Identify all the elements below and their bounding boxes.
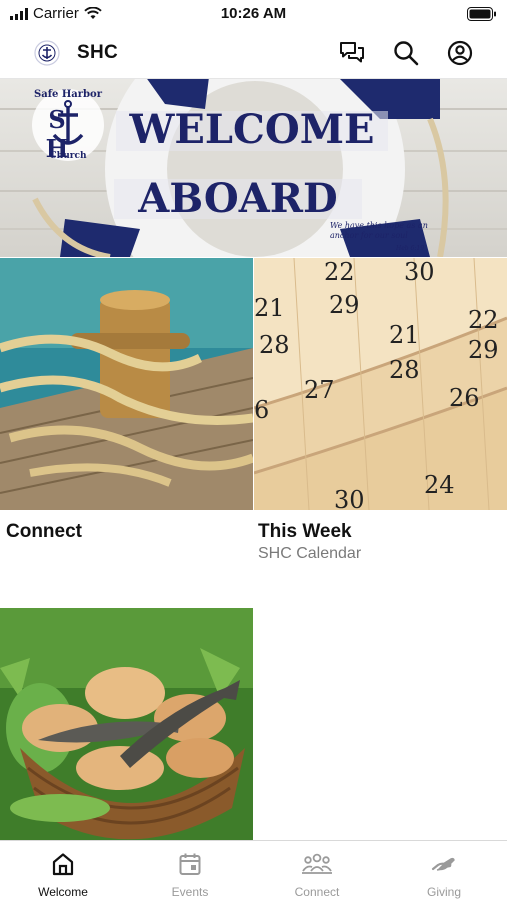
app-title: SHC — [77, 42, 119, 63]
cal-num-24: 24 — [424, 471, 455, 499]
tab-connect[interactable]: Connect — [254, 841, 380, 901]
search-button[interactable] — [392, 39, 420, 67]
tab-giving-label: Giving — [426, 885, 461, 899]
tab-welcome-label: Welcome — [38, 885, 88, 899]
bread-fish-tile-image[interactable] — [0, 608, 253, 840]
tab-events[interactable]: Events — [127, 841, 253, 901]
status-time: 10:26 AM — [220, 5, 287, 22]
calendar-icon — [179, 853, 201, 875]
cal-num-22: 22 — [324, 258, 355, 286]
cal-num-27: 27 — [304, 376, 335, 404]
app-header: SHC — [0, 28, 507, 79]
status-bar: Carrier 10:26 AM — [0, 0, 507, 28]
banner-verse-ref: Heb 6:19 — [396, 245, 425, 252]
cal-num-29b: 29 — [468, 336, 499, 364]
cal-num-21b: 21 — [389, 321, 420, 349]
cal-num-21: 21 — [254, 294, 285, 322]
banner-verse: We have this hope as an anchor for our s… — [330, 221, 428, 240]
tab-bar: Welcome Events Connect Giving — [0, 840, 507, 901]
cal-num-26: 26 — [449, 384, 480, 412]
battery-icon — [467, 7, 497, 26]
this-week-tile-image[interactable]: 22 30 21 29 28 21 22 27 28 29 6 26 24 30 — [254, 258, 507, 510]
banner-headline-welcome: WELCOME — [129, 106, 375, 153]
logo-top-text: Safe Harbor — [34, 89, 102, 100]
tab-connect-label: Connect — [294, 885, 340, 899]
hand-icon — [431, 857, 455, 871]
tab-events-label: Events — [171, 885, 209, 899]
tab-giving[interactable]: Giving — [381, 841, 507, 901]
church-logo-icon[interactable] — [34, 40, 60, 66]
home-icon — [52, 853, 74, 876]
cal-num-30: 30 — [404, 258, 435, 286]
cal-num-28: 28 — [259, 331, 290, 359]
cal-num-30b: 30 — [334, 486, 365, 510]
chat-icon — [340, 42, 364, 63]
tab-welcome[interactable]: Welcome — [0, 841, 126, 901]
calendar-pages-image: 22 30 21 29 28 21 22 27 28 29 6 26 24 30 — [254, 258, 507, 510]
connect-tile-title[interactable]: Connect — [6, 521, 82, 543]
dock-rope-image — [0, 258, 253, 510]
chat-button[interactable] — [338, 39, 366, 67]
welcome-banner[interactable]: S H Safe Harbor Church WELCOME ABOARD We… — [0, 79, 507, 257]
cal-num-28b: 28 — [389, 356, 420, 384]
account-icon — [447, 40, 473, 66]
this-week-tile-title[interactable]: This Week — [258, 521, 352, 543]
search-icon — [394, 41, 419, 66]
connect-tile-image[interactable] — [0, 258, 253, 510]
cal-num-6: 6 — [254, 396, 269, 424]
cal-num-22b: 22 — [468, 306, 499, 334]
people-icon — [302, 853, 332, 874]
logo-bottom-text: Church — [49, 151, 87, 161]
bread-fish-image — [0, 608, 253, 840]
this-week-tile-subtitle: SHC Calendar — [258, 545, 362, 562]
banner-headline-aboard: ABOARD — [138, 175, 338, 222]
account-button[interactable] — [446, 39, 474, 67]
cal-num-29: 29 — [329, 291, 360, 319]
